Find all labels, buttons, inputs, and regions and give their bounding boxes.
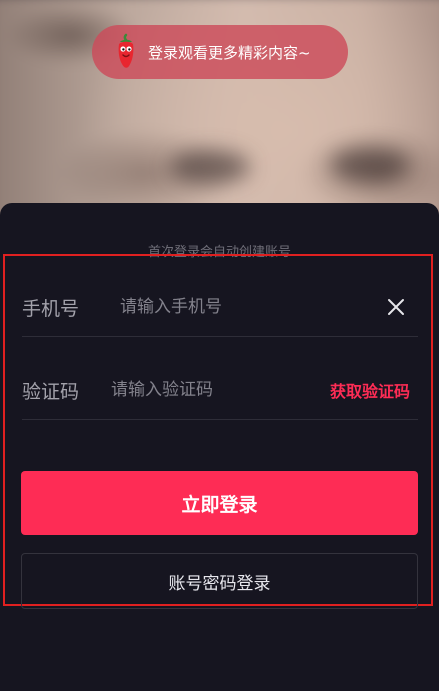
background-photo-shade — [170, 150, 250, 184]
phone-label: 手机号 — [22, 297, 80, 320]
password-login-button[interactable]: 账号密码登录 — [21, 553, 418, 609]
login-screen: 登录观看更多精彩内容~ 首次登录会自动创建账号 手机号 验证码 获取验证码 立即… — [0, 0, 439, 691]
close-icon[interactable] — [384, 295, 408, 319]
login-button[interactable]: 立即登录 — [21, 471, 418, 535]
phone-row: 手机号 — [22, 287, 418, 327]
banner-text: 登录观看更多精彩内容~ — [148, 43, 311, 62]
background-photo-shade — [330, 148, 410, 182]
login-prompt-banner[interactable]: 登录观看更多精彩内容~ — [92, 25, 348, 79]
chili-mascot-icon — [110, 32, 142, 72]
divider — [22, 419, 418, 420]
login-sheet: 首次登录会自动创建账号 手机号 验证码 获取验证码 立即登录 账号密码登录 — [0, 203, 439, 691]
phone-input[interactable] — [120, 297, 384, 317]
code-label: 验证码 — [22, 380, 80, 403]
divider — [22, 336, 418, 337]
get-code-button[interactable]: 获取验证码 — [330, 378, 410, 402]
code-row: 验证码 获取验证码 — [22, 370, 418, 410]
code-input[interactable] — [110, 380, 330, 400]
